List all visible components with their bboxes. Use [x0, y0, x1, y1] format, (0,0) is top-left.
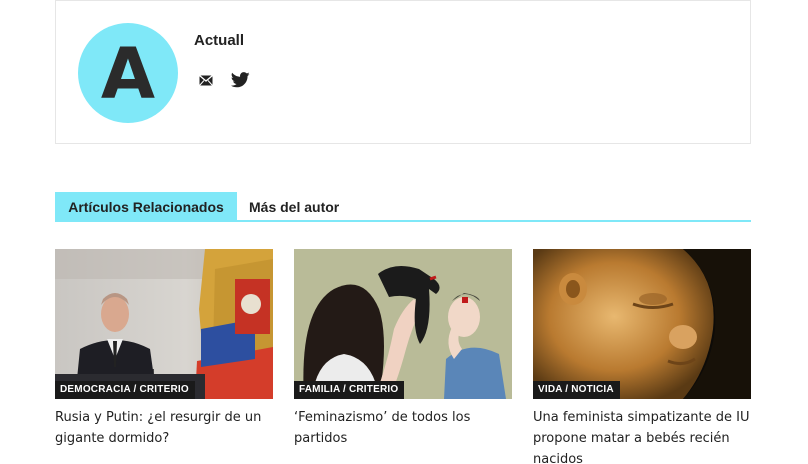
envelope-icon[interactable]: [196, 71, 216, 89]
article-image-ultrasound[interactable]: VIDA / NOTICIA: [533, 249, 751, 399]
category-badge[interactable]: VIDA / NOTICIA: [533, 381, 620, 399]
tab-related-articles[interactable]: Artículos Relacionados: [55, 192, 237, 220]
article-card-1[interactable]: DEMOCRACIA / CRITERIO Rusia y Putin: ¿el…: [55, 249, 273, 449]
article-image-feminazismo[interactable]: FAMILIA / CRITERIO: [294, 249, 512, 399]
twitter-icon[interactable]: [230, 71, 250, 89]
tab-more-from-author[interactable]: Más del autor: [249, 192, 339, 220]
category-badge[interactable]: DEMOCRACIA / CRITERIO: [55, 381, 195, 399]
avatar-letter: A: [100, 33, 156, 115]
author-box: A Actuall: [55, 0, 751, 144]
article-image-putin[interactable]: DEMOCRACIA / CRITERIO: [55, 249, 273, 399]
article-tabs: Artículos Relacionados Más del autor: [55, 192, 751, 222]
category-badge[interactable]: FAMILIA / CRITERIO: [294, 381, 405, 399]
author-name[interactable]: Actuall: [194, 32, 244, 49]
article-title[interactable]: Rusia y Putin: ¿el resurgir de un gigant…: [55, 407, 273, 449]
article-title[interactable]: Una feminista simpatizante de IU propone…: [533, 407, 751, 464]
article-card-2[interactable]: FAMILIA / CRITERIO ‘Feminazismo’ de todo…: [294, 249, 512, 449]
article-card-3[interactable]: VIDA / NOTICIA Una feminista simpatizant…: [533, 249, 751, 464]
article-title[interactable]: ‘Feminazismo’ de todos los partidos: [294, 407, 512, 449]
author-social-links: [196, 71, 250, 89]
related-articles-grid: DEMOCRACIA / CRITERIO Rusia y Putin: ¿el…: [55, 249, 751, 464]
author-avatar[interactable]: A: [78, 23, 178, 123]
